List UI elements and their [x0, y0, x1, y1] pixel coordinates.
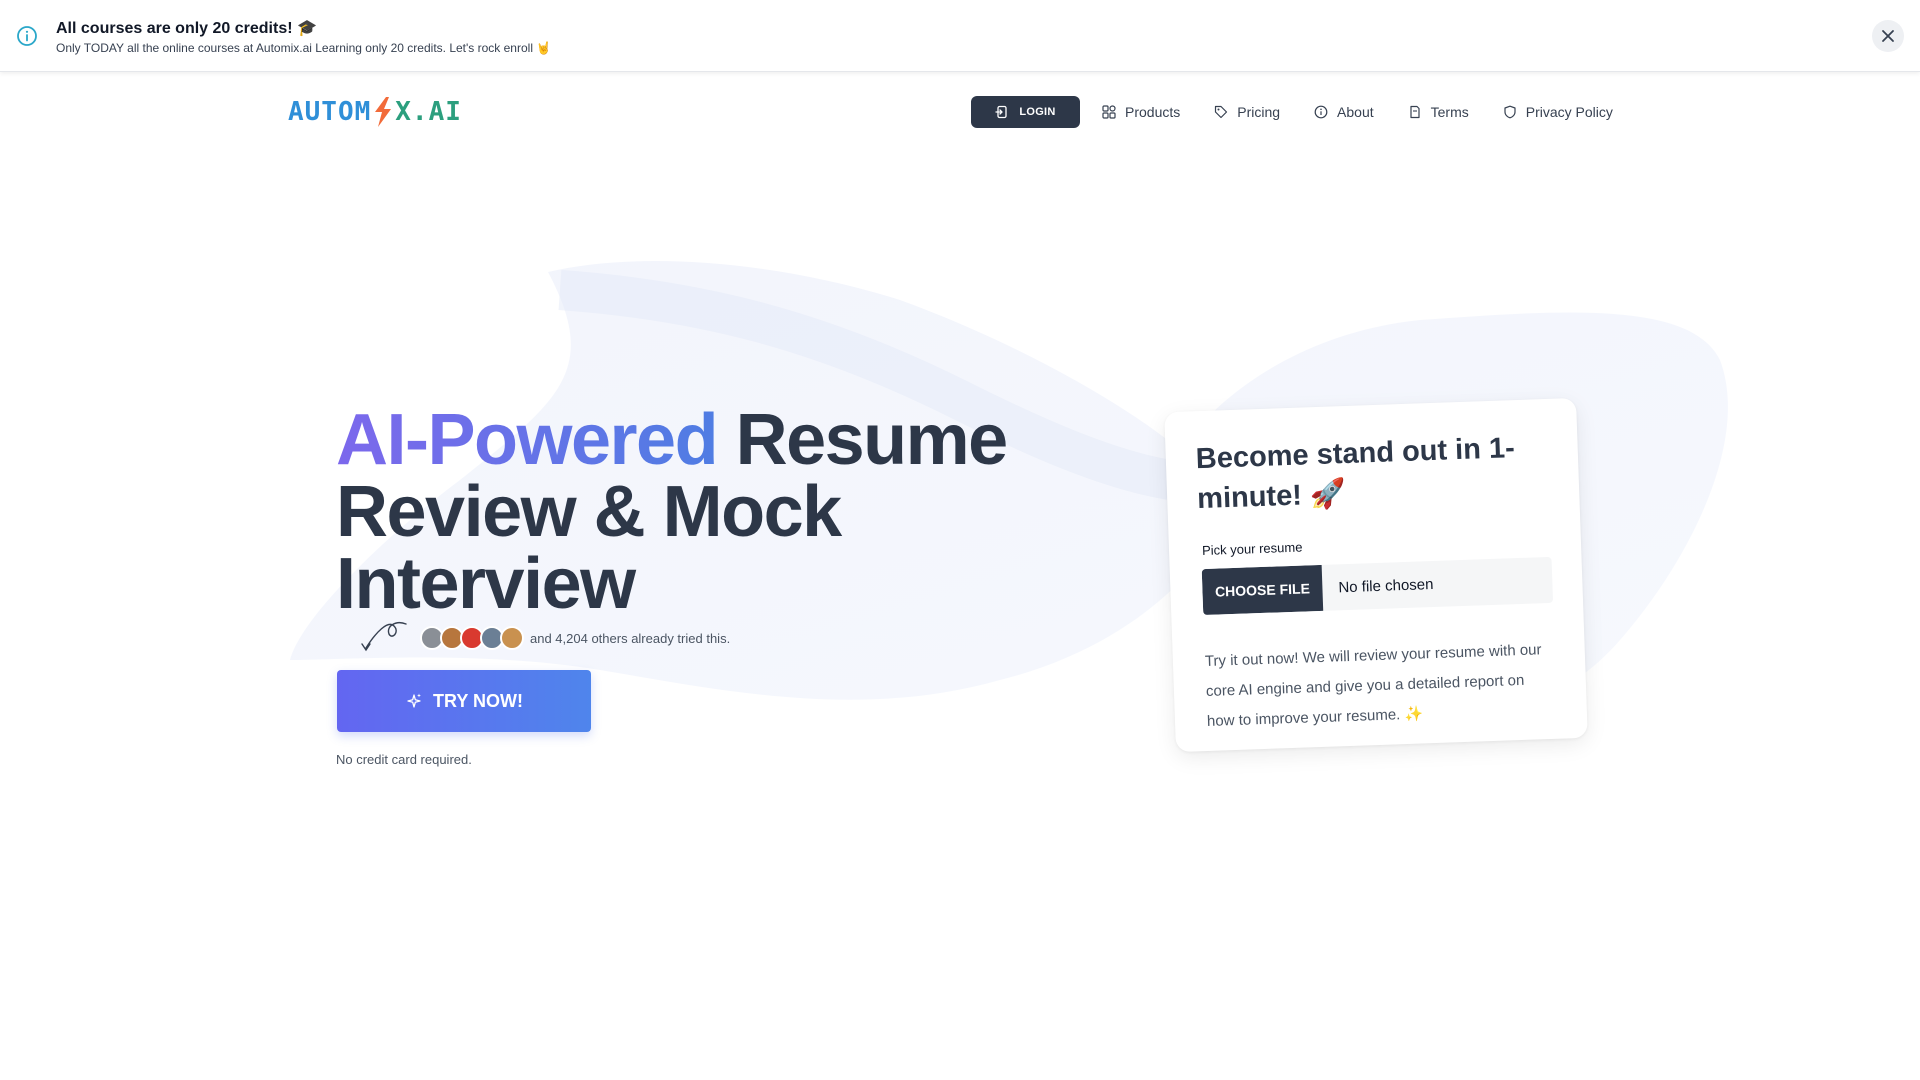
- announcement-banner: All courses are only 20 credits! 🎓 Only …: [0, 0, 1920, 72]
- nav-pricing[interactable]: Pricing: [1214, 104, 1280, 120]
- avatar-group: [420, 626, 524, 650]
- document-icon: [1410, 105, 1420, 119]
- no-credit-card-note: No credit card required.: [336, 752, 472, 767]
- nav-products[interactable]: Products: [1102, 104, 1180, 120]
- nav-terms[interactable]: Terms: [1408, 104, 1469, 120]
- lightning-icon: [375, 97, 392, 127]
- login-label: LOGIN: [1019, 106, 1056, 118]
- file-status-text: No file chosen: [1338, 575, 1434, 596]
- grid-icon: [1102, 105, 1116, 119]
- resume-field-label: Pick your resume: [1201, 539, 1303, 559]
- tag-icon: [1215, 105, 1228, 119]
- hero-title-highlight: AI-Powered: [336, 400, 719, 480]
- sparkles-icon: [407, 693, 421, 708]
- nav-privacy-policy[interactable]: Privacy Policy: [1503, 104, 1613, 120]
- nav-about-label: About: [1337, 104, 1374, 120]
- resume-file-input[interactable]: CHOOSE FILE No file chosen: [1201, 556, 1554, 616]
- social-proof: and 4,204 others already tried this.: [356, 618, 730, 658]
- banner-title: All courses are only 20 credits! 🎓: [56, 20, 317, 37]
- login-button[interactable]: LOGIN: [971, 96, 1080, 128]
- hero-title-line2: Review & Mock Interview: [336, 472, 842, 624]
- resume-upload-card: Become stand out in 1-minute! 🚀 Pick you…: [1164, 397, 1588, 753]
- nav-about[interactable]: About: [1314, 104, 1374, 120]
- banner-text: Only TODAY all the online courses at Aut…: [56, 41, 552, 55]
- info-icon: [17, 26, 37, 46]
- card-description: Try it out now! We will review your resu…: [1204, 641, 1542, 730]
- logo-text-part1: AUTOM: [288, 97, 372, 127]
- curly-arrow-icon: [361, 622, 407, 652]
- nav-terms-label: Terms: [1430, 104, 1469, 120]
- social-proof-text: and 4,204 others already tried this.: [530, 630, 731, 646]
- card-title: Become stand out in 1-minute! 🚀: [1195, 432, 1516, 516]
- hero-title-line1-rest: Resume: [717, 400, 1009, 480]
- hero-title: AI-Powered Resume Review & Mock Intervie…: [336, 404, 1156, 620]
- nav-products-label: Products: [1125, 104, 1181, 120]
- main-nav: LOGIN Products Pricing About Terms Priva…: [971, 96, 1613, 128]
- logo-text-part2: X.AI: [395, 97, 462, 127]
- nav-pricing-label: Pricing: [1237, 104, 1281, 120]
- login-icon: [995, 105, 1007, 119]
- logo[interactable]: AUTOM X.AI: [288, 96, 462, 128]
- try-now-label: TRY NOW!: [433, 690, 523, 711]
- close-icon: [1882, 30, 1894, 42]
- info-icon: [1314, 105, 1328, 119]
- try-now-button[interactable]: TRY NOW!: [337, 670, 591, 732]
- nav-privacy-policy-label: Privacy Policy: [1525, 104, 1613, 120]
- choose-file-button[interactable]: CHOOSE FILE: [1201, 564, 1324, 616]
- banner-close-button[interactable]: [1872, 20, 1904, 52]
- avatar: [500, 626, 524, 650]
- shield-icon: [1504, 105, 1516, 119]
